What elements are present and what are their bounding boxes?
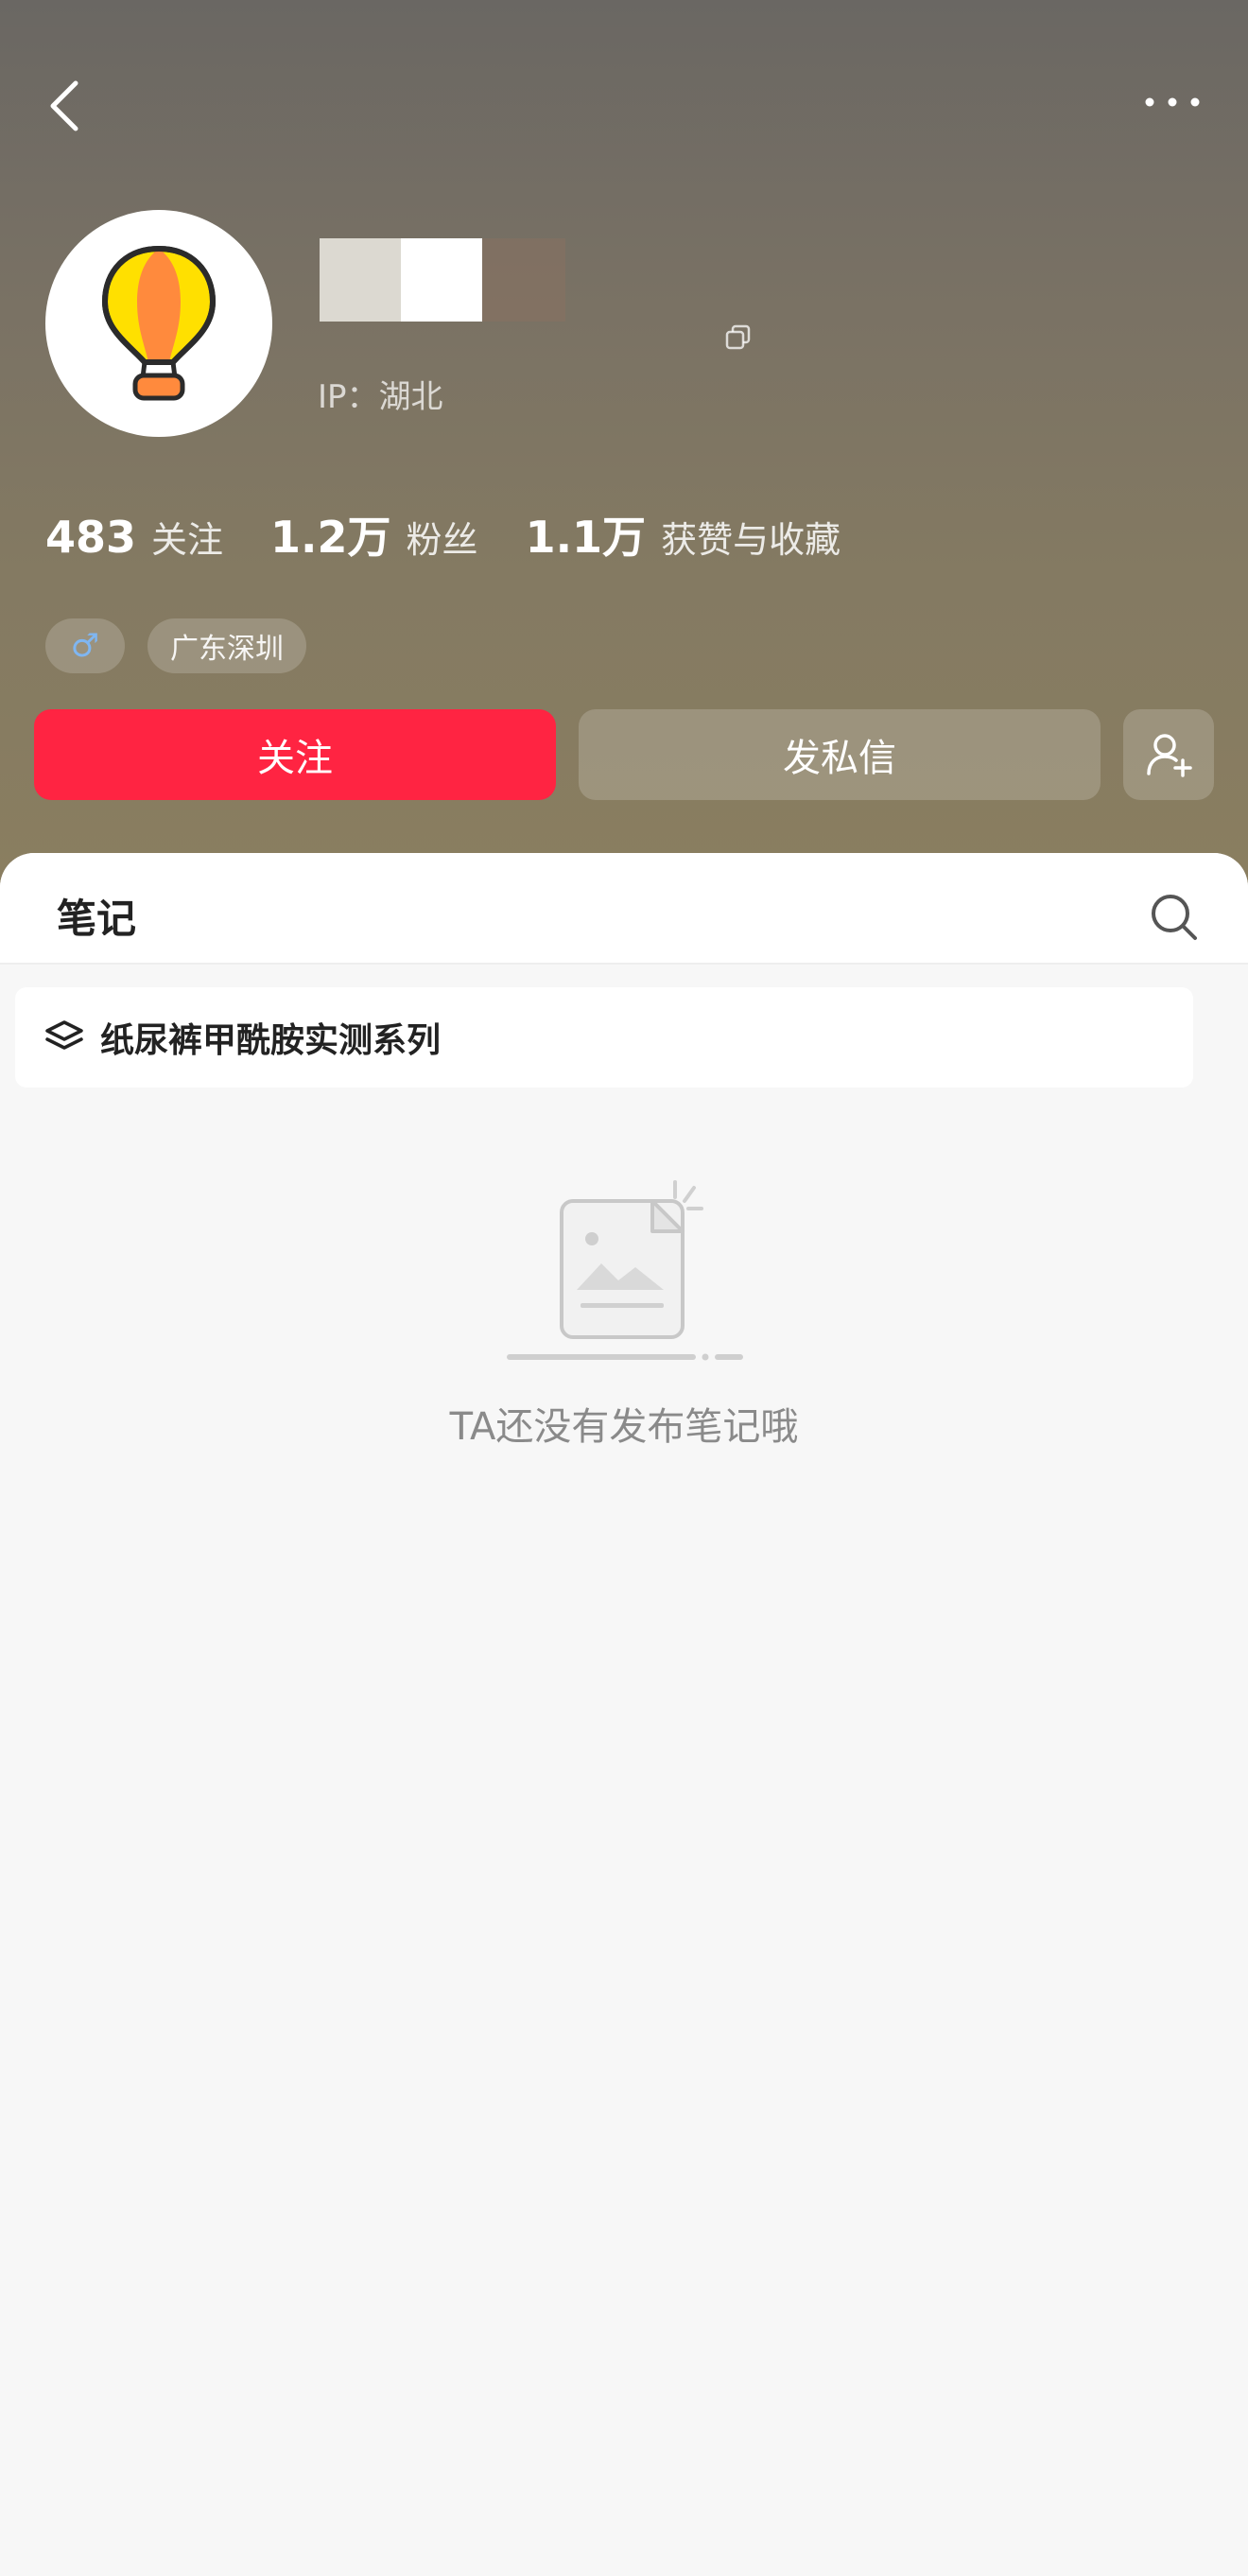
avatar[interactable] xyxy=(45,210,272,437)
username-redacted xyxy=(320,238,565,322)
empty-state-text: TA还没有发布笔记哦 xyxy=(449,1405,799,1449)
stat-value: 1.2万 xyxy=(270,512,391,563)
stat-label: 关注 xyxy=(151,519,224,561)
notes-tab-bar: 笔记 xyxy=(0,853,1248,965)
ip-location: IP：湖北 xyxy=(318,378,443,416)
collection-item[interactable]: 纸尿裤甲酰胺实测系列 xyxy=(15,987,1193,1088)
back-icon xyxy=(50,80,78,131)
follow-button[interactable]: 关注 xyxy=(34,709,556,800)
profile-header: IP：湖北 483 关注 1.2万 粉丝 1.1万 获赞与收藏 ♂ 广东深圳 关… xyxy=(0,0,1248,889)
male-icon: ♂ xyxy=(70,627,100,665)
notes-panel: 笔记 纸尿裤甲酰胺实测系列 TA还没有发布笔记哦 xyxy=(0,853,1248,2576)
tab-notes[interactable]: 笔记 xyxy=(57,887,136,945)
add-friend-button[interactable] xyxy=(1123,709,1214,800)
copy-icon[interactable] xyxy=(724,323,753,352)
stat-value: 1.1万 xyxy=(525,512,647,563)
location-tag: 广东深圳 xyxy=(147,618,306,673)
profile-stats: 483 关注 1.2万 粉丝 1.1万 获赞与收藏 xyxy=(45,503,888,566)
empty-note-illustration xyxy=(507,1180,743,1361)
back-button[interactable] xyxy=(38,72,91,140)
message-button[interactable]: 发私信 xyxy=(579,709,1101,800)
search-icon xyxy=(1152,895,1197,940)
stat-following[interactable]: 483 关注 xyxy=(45,511,223,563)
stat-followers[interactable]: 1.2万 粉丝 xyxy=(270,503,478,566)
stat-value: 483 xyxy=(45,512,137,563)
stat-label: 粉丝 xyxy=(406,519,478,561)
gender-tag: ♂ xyxy=(45,618,125,673)
profile-tags: ♂ 广东深圳 xyxy=(45,618,329,673)
search-button[interactable] xyxy=(1148,891,1199,942)
more-icon xyxy=(1145,97,1200,107)
collection-name: 纸尿裤甲酰胺实测系列 xyxy=(100,1021,442,1060)
layers-icon xyxy=(45,1020,83,1050)
stat-label: 获赞与收藏 xyxy=(661,519,841,561)
more-button[interactable] xyxy=(1133,79,1212,125)
balloon-avatar xyxy=(101,245,217,401)
stat-likes-collections[interactable]: 1.1万 获赞与收藏 xyxy=(526,503,841,566)
add-friend-icon xyxy=(1147,734,1192,777)
